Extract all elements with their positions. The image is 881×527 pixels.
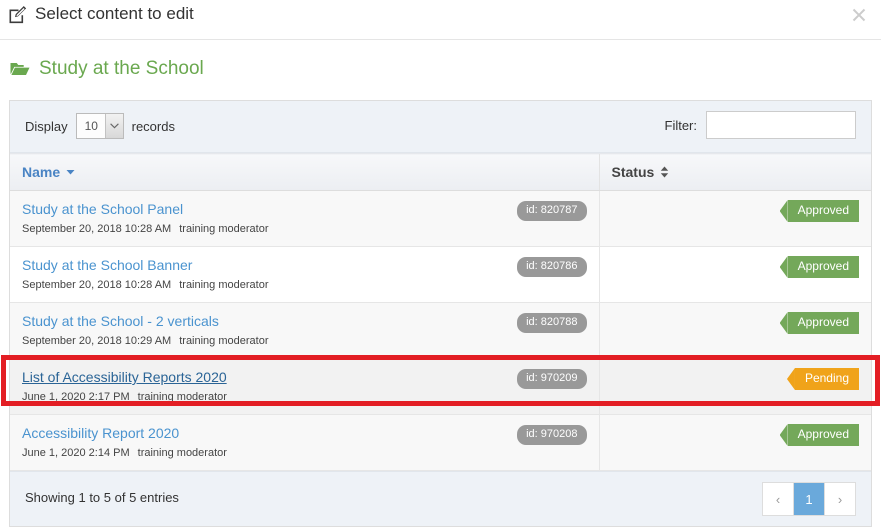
column-header-name[interactable]: Name (10, 153, 599, 191)
cell-status: Approved (598, 414, 871, 471)
status-badge: Approved (787, 312, 859, 334)
row-user: training moderator (179, 223, 269, 235)
row-meta: September 20, 2018 10:28 AM training mode… (22, 222, 269, 236)
modal-header: Select content to edit (0, 0, 881, 40)
column-header-status-label: Status (611, 164, 655, 180)
cell-status: Approved (598, 190, 871, 247)
table-row[interactable]: Study at the School Banner September 20, … (10, 246, 871, 303)
column-header-status[interactable]: Status (598, 153, 871, 191)
status-badge: Approved (787, 256, 859, 278)
content-table: Name Status Study at the School Panel Se… (10, 153, 871, 471)
column-header-name-label: Name (22, 164, 61, 180)
table-toolbar: Display 10 records Filter: (10, 101, 871, 153)
records-label: records (131, 118, 175, 134)
page-length-control: Display 10 records (25, 113, 175, 139)
page-title: Select content to edit (8, 4, 194, 24)
sort-descending-icon (66, 169, 75, 175)
row-date: June 1, 2020 2:14 PM (22, 447, 130, 459)
row-user: training moderator (137, 447, 227, 459)
table-header-row: Name Status (10, 153, 871, 191)
pagination-next[interactable]: › (825, 483, 855, 515)
status-badge: Approved (787, 200, 859, 222)
pagination-previous[interactable]: ‹ (763, 483, 794, 515)
row-user: training moderator (137, 391, 227, 403)
page-length-value: 10 (84, 119, 98, 133)
content-panel: Display 10 records Filter: Name Status S… (9, 100, 872, 527)
row-title-link[interactable]: Study at the School Panel (22, 200, 183, 218)
row-date: September 20, 2018 10:28 AM (22, 223, 172, 235)
table-row[interactable]: Study at the School Panel September 20, 2… (10, 190, 871, 247)
id-badge: id: 820788 (517, 313, 587, 333)
display-label: Display (25, 118, 68, 134)
filter-input[interactable] (706, 111, 856, 139)
row-title-link[interactable]: Accessibility Report 2020 (22, 424, 179, 442)
cell-name: Accessibility Report 2020 June 1, 2020 2:… (10, 414, 599, 471)
status-badge: Pending (794, 368, 859, 390)
chevron-down-icon (104, 114, 123, 138)
row-meta: September 20, 2018 10:29 AM training mode… (22, 334, 269, 348)
row-user: training moderator (179, 279, 269, 291)
edit-square-pencil-icon (8, 5, 27, 24)
filter-label: Filter: (664, 117, 698, 133)
row-title-link[interactable]: List of Accessibility Reports 2020 (22, 368, 227, 386)
id-badge: id: 970209 (517, 369, 587, 389)
row-title-link[interactable]: Study at the School - 2 verticals (22, 312, 219, 330)
id-badge: id: 820786 (517, 257, 587, 277)
cell-name: Study at the School - 2 verticals Septemb… (10, 302, 599, 359)
modal-title-text: Select content to edit (35, 4, 194, 23)
cell-status: Approved (598, 246, 871, 303)
table-row[interactable]: List of Accessibility Reports 2020 June 1… (10, 358, 871, 415)
pagination-page-1[interactable]: 1 (794, 483, 825, 515)
status-badge: Approved (787, 424, 859, 446)
row-meta: September 20, 2018 10:28 AM training mode… (22, 278, 269, 292)
table-row[interactable]: Accessibility Report 2020 June 1, 2020 2:… (10, 414, 871, 471)
row-title-link[interactable]: Study at the School Banner (22, 256, 192, 274)
row-date: September 20, 2018 10:29 AM (22, 335, 172, 347)
id-badge: id: 820787 (517, 201, 587, 221)
cell-name: Study at the School Panel September 20, 2… (10, 190, 599, 247)
id-badge: id: 970208 (517, 425, 587, 445)
table-body: Study at the School Panel September 20, 2… (10, 190, 871, 471)
page-length-select[interactable]: 10 (75, 113, 124, 139)
table-row[interactable]: Study at the School - 2 verticals Septemb… (10, 302, 871, 359)
row-meta: June 1, 2020 2:17 PM training moderator (22, 390, 227, 404)
row-date: September 20, 2018 10:28 AM (22, 279, 172, 291)
filter-control: Filter: (664, 111, 856, 139)
table-head: Name Status (10, 153, 871, 191)
open-folder-icon (10, 61, 30, 77)
sort-none-icon (660, 166, 669, 178)
pagination: ‹ 1 › (762, 482, 856, 516)
breadcrumb: Study at the School (10, 58, 204, 80)
cell-name: List of Accessibility Reports 2020 June 1… (10, 358, 599, 415)
folder-name: Study at the School (39, 58, 204, 79)
table-footer: Showing 1 to 5 of 5 entries ‹ 1 › (10, 471, 871, 526)
row-meta: June 1, 2020 2:14 PM training moderator (22, 446, 227, 460)
cell-status: Approved (598, 302, 871, 359)
showing-entries-text: Showing 1 to 5 of 5 entries (25, 490, 179, 505)
row-user: training moderator (179, 335, 269, 347)
close-icon[interactable] (847, 2, 871, 26)
row-date: June 1, 2020 2:17 PM (22, 391, 130, 403)
cell-name: Study at the School Banner September 20, … (10, 246, 599, 303)
cell-status: Pending (598, 358, 871, 415)
